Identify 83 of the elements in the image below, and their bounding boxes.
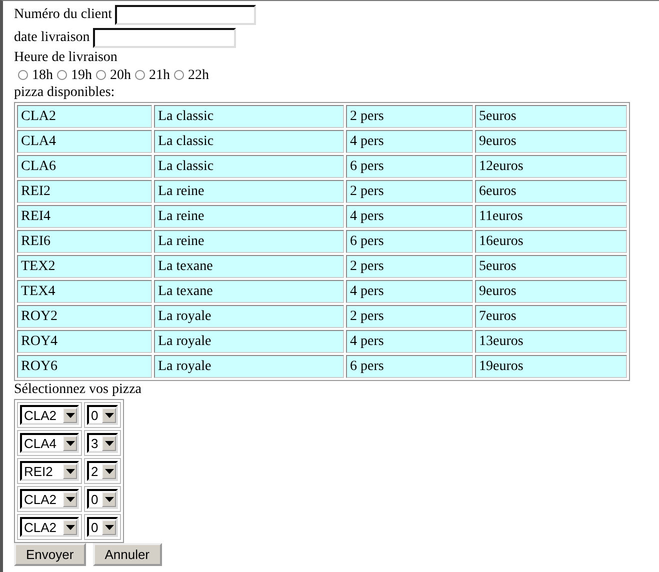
caret-icon (102, 464, 116, 478)
table-cell: La texane (154, 255, 344, 278)
table-cell: REI6 (17, 230, 152, 253)
table-cell: ROY4 (17, 330, 152, 353)
table-cell: 6 pers (346, 155, 473, 178)
quantity-dropdown[interactable]: 0 (87, 489, 118, 509)
section-label: pizza disponibles: (14, 84, 116, 101)
table-cell: La classic (154, 155, 344, 178)
table-cell: La classic (154, 130, 344, 153)
table-cell: 6 pers (346, 230, 473, 253)
caret-icon (63, 408, 77, 422)
radio-label[interactable]: 19h (71, 66, 92, 84)
table-cell: 19euros (475, 355, 627, 378)
input-field[interactable] (114, 4, 256, 24)
table-cell: CLA4 (17, 130, 152, 153)
pizza-dropdown[interactable]: CLA2 (20, 405, 79, 425)
table-cell: La reine (154, 230, 344, 253)
table-cell: 4 pers (346, 205, 473, 228)
pizza-dropdown[interactable]: CLA4 (20, 433, 79, 453)
table-cell: La royale (154, 305, 344, 328)
table-cell: 12euros (475, 155, 627, 178)
table-cell: La classic (154, 105, 344, 128)
pizza-dropdown[interactable]: REI2 (20, 461, 79, 481)
caret-icon (63, 436, 77, 450)
table-cell: La royale (154, 330, 344, 353)
radio-label[interactable]: 18h (32, 66, 53, 84)
table-cell: 2 pers (346, 105, 473, 128)
table-cell: 2 pers (346, 305, 473, 328)
table-cell: 9euros (475, 130, 627, 153)
caret-icon (102, 436, 116, 450)
quantity-dropdown[interactable]: 3 (87, 433, 118, 453)
table-cell: La reine (154, 205, 344, 228)
pizza-dropdown[interactable]: CLA2 (20, 489, 79, 509)
table-cell: 7euros (475, 305, 627, 328)
pizza-dropdown[interactable]: CLA2 (20, 517, 79, 537)
table-cell: CLA2 (17, 105, 152, 128)
table-cell: 6euros (475, 180, 627, 203)
table-cell: 6 pers (346, 355, 473, 378)
table-cell: 9euros (475, 280, 627, 303)
table-cell: 2 pers (346, 180, 473, 203)
radio-button[interactable] (18, 70, 28, 80)
input-field[interactable] (92, 28, 236, 48)
table-cell: CLA6 (17, 155, 152, 178)
table-cell: La texane (154, 280, 344, 303)
table-cell: TEX4 (17, 280, 152, 303)
table-cell: 5euros (475, 255, 627, 278)
table-cell: La royale (154, 355, 344, 378)
radio-button[interactable] (96, 70, 106, 80)
radio-button[interactable] (174, 70, 184, 80)
caret-icon (102, 520, 116, 534)
table-cell: 13euros (475, 330, 627, 353)
caret-icon (63, 464, 77, 478)
quantity-dropdown[interactable]: 2 (87, 461, 118, 481)
table-cell: 4 pers (346, 280, 473, 303)
table-cell: 5euros (475, 105, 627, 128)
table-cell: REI2 (17, 180, 152, 203)
form-button[interactable]: Envoyer (14, 543, 86, 566)
field-label: date livraison (14, 29, 90, 46)
table-cell: 4 pers (346, 330, 473, 353)
table-cell: REI4 (17, 205, 152, 228)
caret-icon (63, 520, 77, 534)
field-label: Numéro du client (14, 6, 112, 23)
caret-icon (102, 492, 116, 506)
table-cell: 16euros (475, 230, 627, 253)
section-label: Heure de livraison (14, 49, 118, 66)
section-label: Sélectionnez vos pizza (14, 381, 143, 398)
table-cell: 11euros (475, 205, 627, 228)
radio-label[interactable]: 22h (188, 66, 209, 84)
caret-icon (63, 492, 77, 506)
quantity-dropdown[interactable]: 0 (87, 517, 118, 537)
table-cell: 2 pers (346, 255, 473, 278)
radio-button[interactable] (57, 70, 67, 80)
quantity-dropdown[interactable]: 0 (87, 405, 118, 425)
table-cell: TEX2 (17, 255, 152, 278)
radio-button[interactable] (135, 70, 145, 80)
table-cell: La reine (154, 180, 344, 203)
form-button[interactable]: Annuler (92, 543, 162, 566)
table-cell: ROY6 (17, 355, 152, 378)
table-cell: ROY2 (17, 305, 152, 328)
table-cell: 4 pers (346, 130, 473, 153)
radio-label[interactable]: 20h (110, 66, 131, 84)
caret-icon (102, 408, 116, 422)
radio-label[interactable]: 21h (149, 66, 170, 84)
